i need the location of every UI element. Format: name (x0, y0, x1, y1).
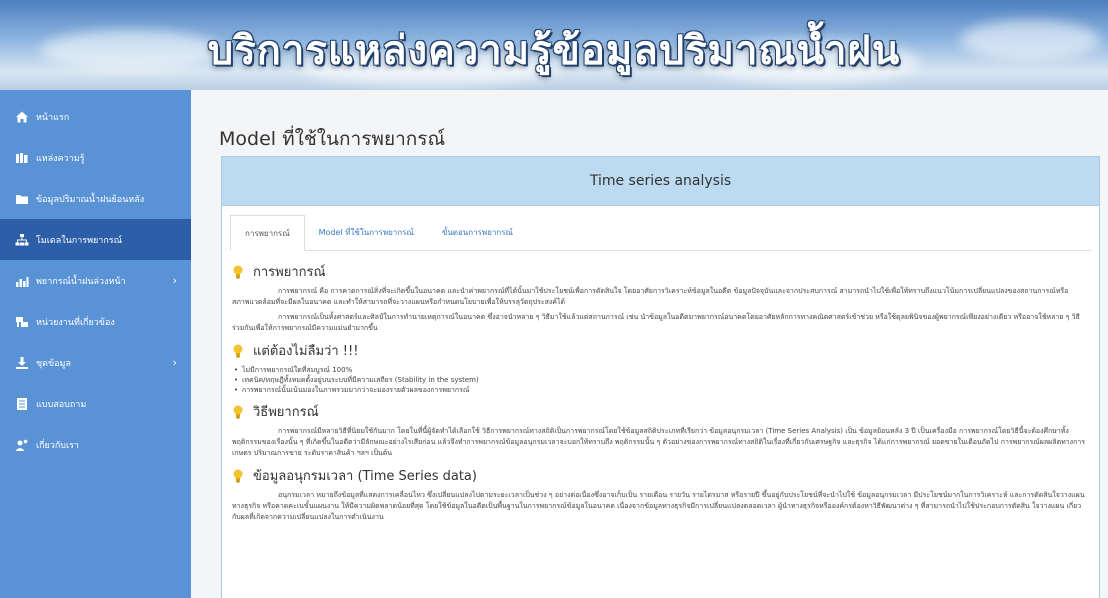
paragraph: การพยากรณ์เป็นทั้งศาสตร์และศิลป์ในการทำน… (232, 313, 1080, 332)
sidebar-item-folder[interactable]: ข้อมูลปริมาณน้ำฝนย้อนหลัง (0, 178, 191, 219)
tab-bar: การพยากรณ์ Model ที่ใช้ในการพยากรณ์ ขั้นตอ… (230, 215, 1091, 251)
sidebar-item-download[interactable]: ชุดข้อมูล › (0, 342, 191, 383)
sidebar-item-label: หน่วยงานที่เกี่ยวข้อง (36, 317, 115, 328)
section-title-text: ข้อมูลอนุกรมเวลา (Time Series data) (253, 469, 477, 484)
tab-1[interactable]: Model ที่ใช้ในการพยากรณ์ (305, 214, 428, 250)
tab-2[interactable]: ขั้นตอนการพยากรณ์ (428, 214, 527, 250)
section-remember: แต่ต้องไม่ลืมว่า !!! ไม่มีการพยากรณ์ใดที… (232, 340, 1085, 395)
lightbulb-icon (232, 265, 244, 279)
paragraph: การพยากรณ์ คือ การคาดการณ์สิ่งที่จะเกิดข… (232, 287, 1069, 306)
bar-chart-icon (14, 274, 30, 288)
sidebar-item-label: หน้าแรก (36, 112, 70, 123)
section-forecast: การพยากรณ์ การพยากรณ์ คือ การคาดการณ์สิ่… (232, 261, 1085, 334)
sidebar-item-sitemap[interactable]: โมเดลในการพยากรณ์ (0, 219, 191, 260)
sidebar-item-label: ข้อมูลปริมาณน้ำฝนย้อนหลัง (36, 194, 145, 205)
sidebar-item-label: พยากรณ์น้ำฝนล่วงหน้า (36, 276, 126, 287)
users-icon (14, 438, 30, 452)
home-icon (14, 110, 30, 124)
sidebar-item-survey[interactable]: แบบสอบถาม (0, 383, 191, 424)
header-banner: บริการแหล่งความรู้ข้อมูลปริมาณน้ำฝน (0, 0, 1108, 90)
list-item: เทคนิค/ทฤษฎีทั้งหมดตั้งอยู่บนระบบที่มีคว… (234, 375, 1085, 385)
sidebar-item-books[interactable]: แหล่งความรู้ (0, 137, 191, 178)
section-timeseries: ข้อมูลอนุกรมเวลา (Time Series data) อนุก… (232, 465, 1085, 523)
lightbulb-icon (232, 469, 244, 483)
sidebar-item-label: เกี่ยวกับเรา (36, 440, 79, 451)
section-title: วิธีพยากรณ์ (232, 401, 1085, 422)
main-content: Model ที่ใช้ในการพยากรณ์ Time series ana… (191, 90, 1108, 598)
bullet-list: ไม่มีการพยากรณ์ใดที่สมบูรณ์ 100% เทคนิค/… (232, 365, 1085, 395)
chevron-right-icon: › (172, 356, 177, 369)
sidebar-item-bar-chart[interactable]: พยากรณ์น้ำฝนล่วงหน้า › (0, 260, 191, 301)
sidebar-item-home[interactable]: หน้าแรก (0, 96, 191, 137)
sidebar-item-users[interactable]: เกี่ยวกับเรา (0, 424, 191, 465)
section-title: แต่ต้องไม่ลืมว่า !!! (232, 340, 1085, 361)
section-methods: วิธีพยากรณ์ การพยากรณ์มีหลายวิธีที่นิยมใ… (232, 401, 1085, 459)
paragraph: อนุกรมเวลา หมายถึงข้อมูลที่แสดงการเคลื่อ… (232, 491, 1085, 521)
download-icon (14, 356, 30, 370)
section-title-text: แต่ต้องไม่ลืมว่า !!! (253, 344, 359, 359)
chevron-right-icon: › (172, 274, 177, 287)
lightbulb-icon (232, 344, 244, 358)
list-item: การพยากรณ์นั้นเน้นมองในภาพรวมมากว่าจะมอง… (234, 385, 1085, 395)
tab-0[interactable]: การพยากรณ์ (230, 215, 305, 251)
section-title: การพยากรณ์ (232, 261, 1085, 282)
content-panel: Time series analysis การพยากรณ์ Model ที่… (221, 156, 1100, 598)
sitemap-icon (14, 233, 30, 247)
sidebar-item-label: แบบสอบถาม (36, 399, 87, 410)
books-icon (14, 151, 30, 165)
section-title-text: วิธีพยากรณ์ (253, 405, 319, 420)
section-title-text: การพยากรณ์ (253, 265, 326, 280)
sidebar: หน้าแรกแหล่งความรู้ข้อมูลปริมาณน้ำฝนย้อน… (0, 90, 191, 598)
tab-content: การพยากรณ์ การพยากรณ์ คือ การคาดการณ์สิ่… (232, 261, 1085, 598)
lightbulb-icon (232, 405, 244, 419)
list-item: ไม่มีการพยากรณ์ใดที่สมบูรณ์ 100% (234, 365, 1085, 375)
site-title: บริการแหล่งความรู้ข้อมูลปริมาณน้ำฝน (207, 28, 901, 74)
survey-icon (14, 397, 30, 411)
sidebar-item-label: แหล่งความรู้ (36, 153, 85, 164)
organization-icon (14, 315, 30, 329)
sidebar-item-label: ชุดข้อมูล (36, 358, 71, 369)
panel-heading: Time series analysis (222, 157, 1099, 206)
section-title: ข้อมูลอนุกรมเวลา (Time Series data) (232, 465, 1085, 486)
paragraph: การพยากรณ์มีหลายวิธีที่นิยมใช้กันมาก โดย… (232, 427, 1085, 457)
folder-icon (14, 192, 30, 206)
sidebar-item-label: โมเดลในการพยากรณ์ (36, 235, 122, 246)
sidebar-item-organization[interactable]: หน่วยงานที่เกี่ยวข้อง (0, 301, 191, 342)
page-title: Model ที่ใช้ในการพยากรณ์ (219, 128, 446, 150)
